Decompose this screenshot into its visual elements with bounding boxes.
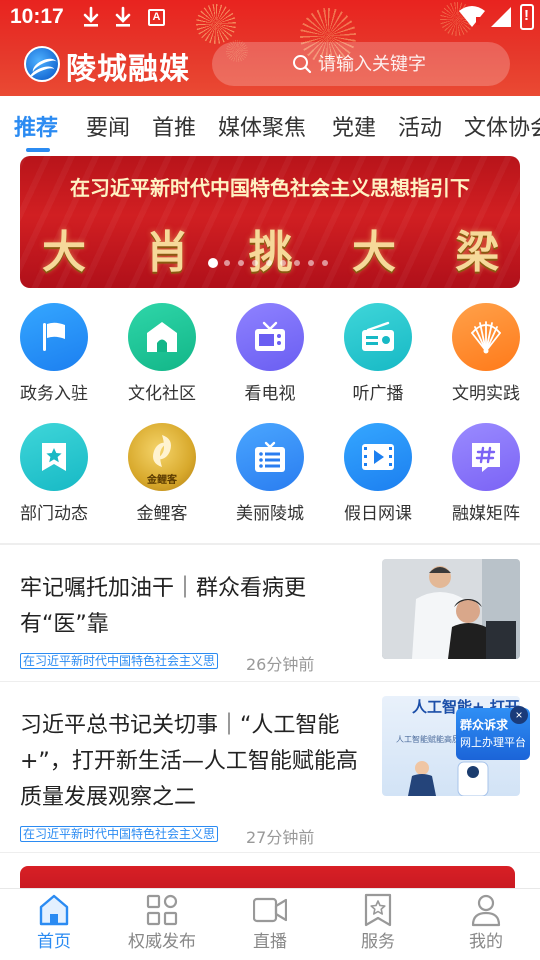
grid-item-government[interactable]: 政务入驻 [4, 303, 104, 413]
hash-icon [472, 443, 500, 472]
news-time: 27分钟前 [246, 828, 315, 847]
nav-label: 首页 [37, 932, 71, 952]
float-badge-subtitle: 网上办理平台 [460, 736, 526, 749]
fan-icon [471, 321, 501, 354]
video-icon [362, 444, 394, 470]
nav-label: 权威发布 [128, 932, 196, 952]
nav-live[interactable]: 直播 [216, 889, 324, 960]
nav-profile[interactable]: 我的 [432, 889, 540, 960]
search-icon [293, 55, 312, 74]
video-camera-icon [253, 897, 287, 923]
grid-label: 政务入驻 [20, 384, 88, 404]
carousel-dot[interactable] [280, 260, 286, 266]
koi-fish-icon [153, 435, 171, 467]
koi-logo-icon: 金鲤客 [128, 423, 196, 491]
grid-item-beautiful-lingcheng[interactable]: 美丽陵城 [220, 423, 320, 533]
grid-label: 文化社区 [128, 384, 196, 404]
grid-label: 看电视 [244, 384, 296, 404]
grid-item-holiday-courses[interactable]: 假日网课 [328, 423, 428, 533]
tab-media-focus[interactable]: 媒体聚焦 [218, 110, 306, 142]
app-header: 10:17 A 陵城融媒 [0, 0, 540, 96]
tab-headline[interactable]: 首推 [152, 110, 196, 142]
news-tag: 在习近平新时代中国特色社会主义思 [20, 826, 219, 842]
battery-icon [520, 4, 534, 30]
news-tag: 在习近平新时代中国特色社会主义思 [20, 653, 219, 669]
bookmark-star-icon [364, 893, 392, 927]
flag-icon [43, 322, 65, 351]
a-badge-icon: A [148, 9, 165, 26]
grid-item-media-matrix[interactable]: 融媒矩阵 [436, 423, 536, 533]
grid-icon [146, 894, 178, 926]
status-bar: 10:17 A [0, 0, 540, 36]
channel-tabs: 推荐 要闻 首推 媒体聚焦 党建 活动 文体协会 [0, 96, 540, 154]
nav-home[interactable]: 首页 [0, 889, 108, 960]
nav-label: 服务 [361, 932, 395, 952]
grid-item-civilization-practice[interactable]: 文明实践 [436, 303, 536, 413]
carousel-dot[interactable] [308, 260, 314, 266]
news-title[interactable]: 习近平总书记关切事｜“人工智能+”，打开新生活—人工智能赋能高质量发展观察之二 [20, 708, 360, 816]
star-bookmark-icon [42, 443, 66, 471]
list-icon [255, 441, 285, 472]
status-time: 10:17 [10, 5, 64, 28]
news-item[interactable]: 牢记嘱托加油干｜群众看病更有“医”靠 在习近平新时代中国特色社会主义思 26分钟… [0, 545, 540, 681]
search-input[interactable] [318, 42, 503, 86]
active-tab-indicator [26, 148, 50, 152]
radio-icon [362, 321, 394, 351]
tab-culture-sports[interactable]: 文体协会 [464, 110, 540, 142]
carousel-banner[interactable]: 在习近平新时代中国特色社会主义思想指引下 大 肖 挑 大 梁 [20, 156, 520, 288]
app-logo-icon [24, 46, 60, 82]
home-outline-icon [39, 894, 69, 926]
news-separator [0, 852, 540, 853]
news-title[interactable]: 牢记嘱托加油干｜群众看病更有“医”靠 [20, 571, 360, 643]
carousel-dot[interactable] [266, 260, 272, 266]
tab-party-building[interactable]: 党建 [332, 110, 376, 142]
koi-logo-text: 金鲤客 [147, 475, 177, 486]
user-icon [471, 894, 501, 927]
bottom-navigation: 首页 权威发布 直播 服务 我的 [0, 888, 540, 960]
tab-activities[interactable]: 活动 [398, 110, 442, 142]
grid-item-jinlike[interactable]: 金鲤客 金鲤客 [112, 423, 212, 533]
download-icon [83, 6, 99, 27]
partial-banner[interactable] [20, 866, 515, 890]
search-bar[interactable] [212, 42, 510, 86]
carousel-dot[interactable] [208, 258, 218, 268]
carousel-dot[interactable] [322, 260, 328, 266]
grid-label: 金鲤客 [136, 504, 188, 524]
tab-news[interactable]: 要闻 [86, 110, 130, 142]
signal-icon [491, 7, 511, 27]
grid-label: 文明实践 [452, 384, 520, 404]
app-title: 陵城融媒 [66, 52, 190, 87]
thumb-subtitle: 人工智能赋能高质 [396, 735, 460, 744]
home-icon [147, 322, 177, 352]
grid-label: 美丽陵城 [236, 504, 304, 524]
wifi-icon [459, 6, 485, 27]
carousel-dot[interactable] [224, 260, 230, 266]
tab-recommend[interactable]: 推荐 [14, 110, 58, 142]
banner-subtitle: 在习近平新时代中国特色社会主义思想指引下 [70, 176, 470, 200]
carousel-dot[interactable] [252, 260, 258, 266]
carousel-dot[interactable] [294, 260, 300, 266]
grid-label: 融媒矩阵 [452, 504, 520, 524]
tv-icon [255, 321, 285, 351]
download-icon [115, 6, 131, 27]
grid-item-department-news[interactable]: 部门动态 [4, 423, 104, 533]
carousel-dot[interactable] [238, 260, 244, 266]
grid-item-watch-tv[interactable]: 看电视 [220, 303, 320, 413]
doctor-patient-image [382, 559, 520, 659]
close-icon[interactable]: × [510, 706, 528, 724]
grid-label: 假日网课 [344, 504, 412, 524]
grid-item-culture-community[interactable]: 文化社区 [112, 303, 212, 413]
nav-label: 我的 [469, 932, 503, 952]
grid-label: 部门动态 [20, 504, 88, 524]
nav-official-release[interactable]: 权威发布 [108, 889, 216, 960]
grid-item-radio[interactable]: 听广播 [328, 303, 428, 413]
float-badge-title: 群众诉求 [460, 718, 509, 732]
news-time: 26分钟前 [246, 655, 315, 674]
grid-label: 听广播 [352, 384, 404, 404]
banner-title: 大 肖 挑 大 梁 [42, 227, 520, 278]
news-thumbnail[interactable] [382, 559, 520, 659]
nav-services[interactable]: 服务 [324, 889, 432, 960]
nav-label: 直播 [253, 932, 287, 952]
